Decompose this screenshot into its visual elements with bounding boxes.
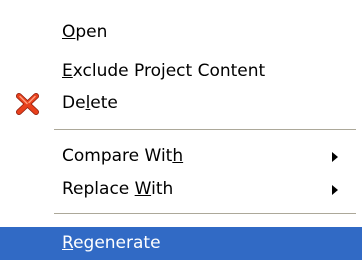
menu-item-label: Delete bbox=[62, 93, 118, 113]
menu-item-regenerate[interactable]: Regenerate bbox=[0, 227, 362, 260]
menu-item-label: Open bbox=[62, 22, 108, 42]
menu-item-replace-with[interactable]: Replace With bbox=[0, 173, 362, 206]
menu-item-delete[interactable]: Delete bbox=[0, 87, 362, 120]
menu-item-label: Exclude Project Content bbox=[62, 61, 266, 81]
menu-separator bbox=[54, 213, 356, 215]
submenu-arrow-icon bbox=[332, 185, 338, 195]
menu-separator bbox=[54, 129, 356, 131]
menu-item-exclude-project-content[interactable]: Exclude Project Content bbox=[0, 55, 362, 88]
context-menu: Open Exclude Project Content Delete Comp… bbox=[0, 0, 362, 265]
red-x-delete-icon bbox=[14, 90, 42, 118]
menu-item-label: Replace With bbox=[62, 179, 174, 199]
menu-item-label: Compare With bbox=[62, 146, 184, 166]
menu-item-label: Regenerate bbox=[62, 233, 161, 253]
menu-item-compare-with[interactable]: Compare With bbox=[0, 140, 362, 173]
submenu-arrow-icon bbox=[332, 152, 338, 162]
menu-item-open[interactable]: Open bbox=[0, 16, 362, 49]
